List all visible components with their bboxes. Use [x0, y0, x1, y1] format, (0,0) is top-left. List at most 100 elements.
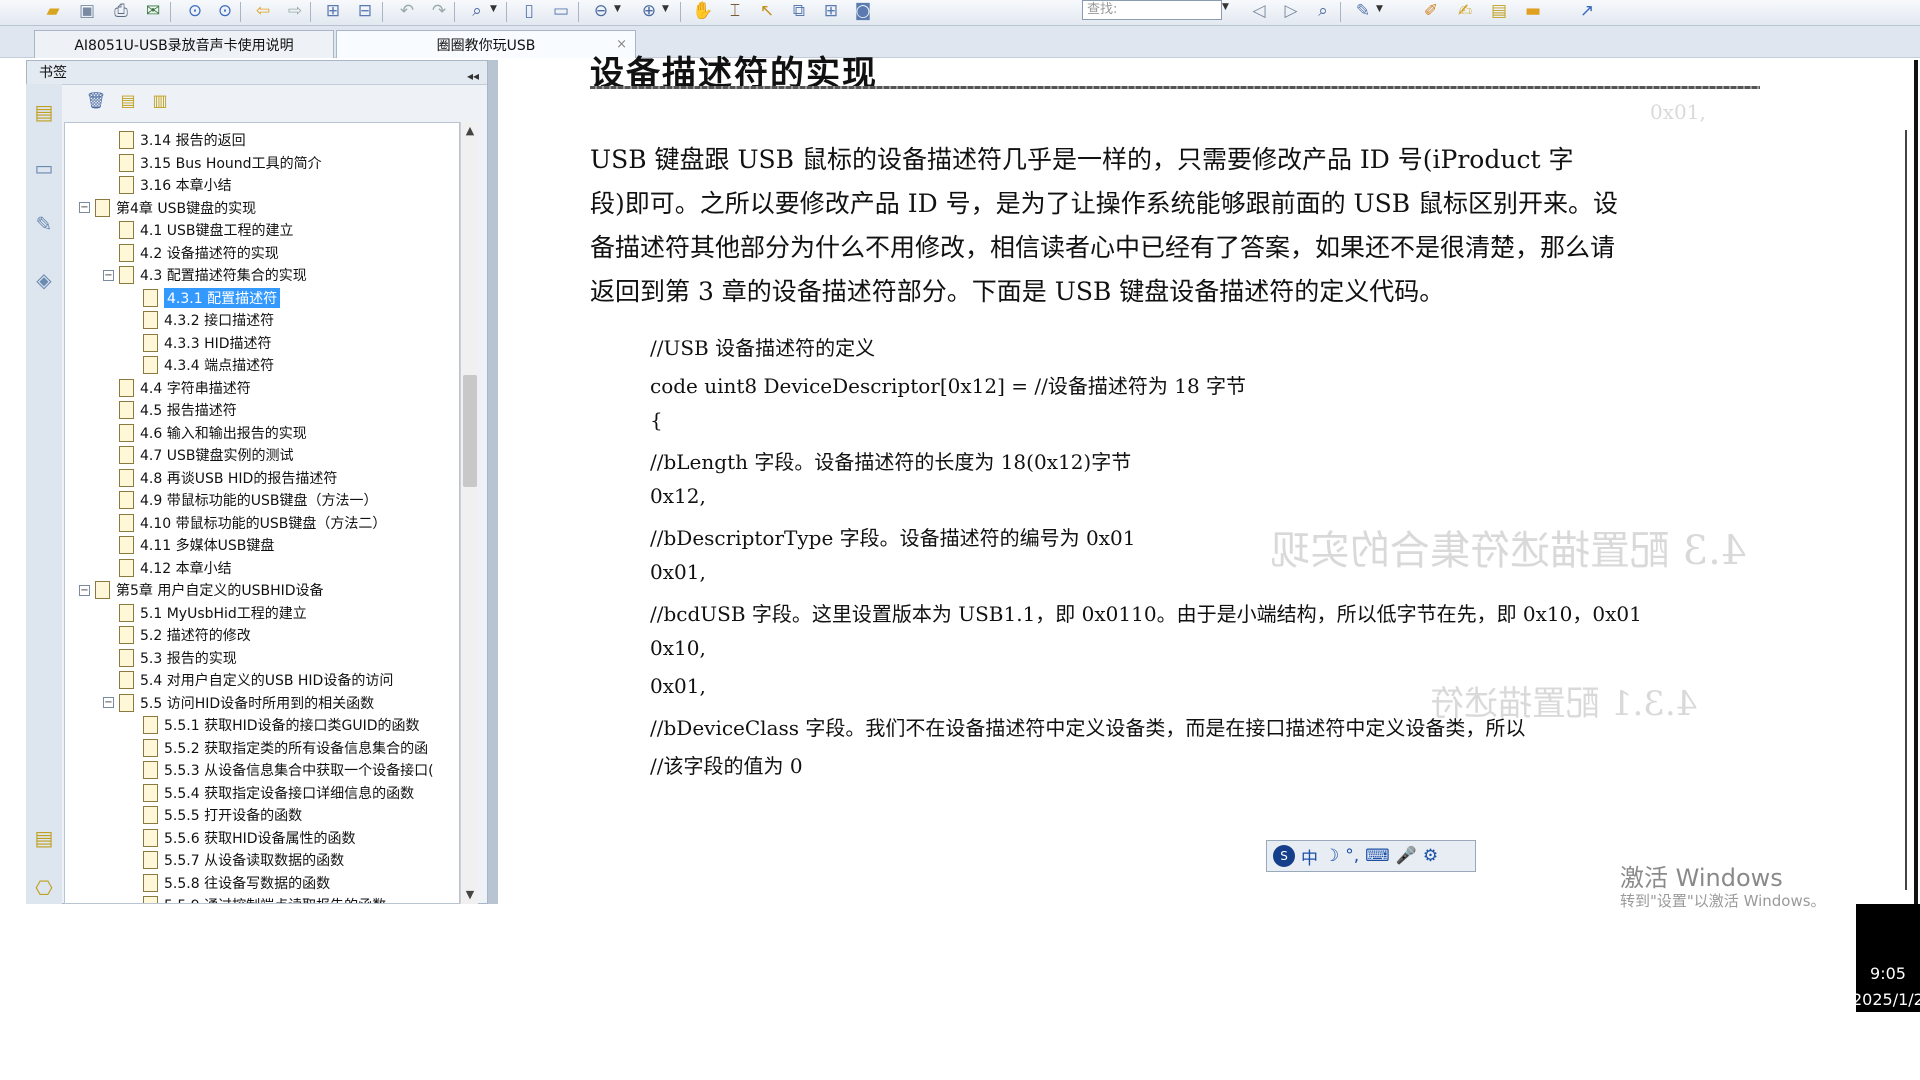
attach-icon[interactable]: ▤ [1486, 0, 1512, 22]
collapse-toggle-icon[interactable]: − [103, 697, 114, 708]
forward-arrow-icon[interactable]: ⇨ [282, 0, 308, 22]
zoom-dropdown-icon[interactable]: ▼ [490, 4, 500, 14]
hand-tool-icon[interactable]: ✋ [690, 0, 716, 22]
bookmark-item[interactable]: 4.2 设备描述符的实现 [119, 242, 279, 264]
ime-chinese-mode[interactable]: 中 [1301, 844, 1318, 869]
zoom-in-dropdown-icon[interactable]: ▼ [662, 4, 672, 14]
bookmark-item[interactable]: 5.5.3 从设备信息集合中获取一个设备接口( [143, 759, 434, 781]
bookmark-item[interactable]: 4.4 字符串描述符 [119, 377, 251, 399]
bookmark-item[interactable]: − 5.5 访问HID设备时所用到的相关函数 [103, 692, 374, 714]
ime-logo-icon[interactable]: S [1273, 845, 1295, 867]
bookmark-item[interactable]: 3.16 本章小结 [119, 174, 232, 196]
bookmark-item[interactable]: − 4.3 配置描述符集合的实现 [103, 264, 307, 286]
scrollbar-thumb[interactable] [463, 375, 477, 487]
search-icon[interactable]: ⌕ [1310, 0, 1336, 22]
bookmark-item[interactable]: 5.4 对用户自定义的USB HID设备的访问 [119, 669, 393, 691]
continuous-page-icon[interactable]: ▭ [548, 0, 574, 22]
tab-ai8051u-manual[interactable]: AI8051U-USB录放音声卡使用说明 [34, 30, 334, 58]
ime-width-mode-icon[interactable]: ☽ [1324, 846, 1339, 866]
find-input[interactable]: 查找: [1082, 0, 1222, 20]
bookmark-item[interactable]: 4.5 报告描述符 [119, 399, 237, 421]
bookmark-item[interactable]: 3.15 Bus Hound工具的简介 [119, 152, 322, 174]
bookmark-item[interactable]: − 第4章 USB键盘的实现 [79, 197, 256, 219]
bookmark-item[interactable]: 3.14 报告的返回 [119, 129, 246, 151]
bookmark-item[interactable]: 4.11 多媒体USB键盘 [119, 534, 274, 556]
redo-icon[interactable]: ↷ [426, 0, 452, 22]
bookmark-properties-icon[interactable]: ▥ [149, 89, 171, 111]
bookmark-item[interactable]: 4.3.1 配置描述符 [143, 287, 281, 309]
bookmark-item[interactable]: 4.10 带鼠标功能的USB键盘（方法二） [119, 512, 386, 534]
single-page-icon[interactable]: ▯ [516, 0, 542, 22]
pen-icon[interactable]: ↗ [1574, 0, 1600, 22]
bookmark-item[interactable]: 5.5.5 打开设备的函数 [143, 804, 302, 826]
zoom-in-icon[interactable]: ⊕ [636, 0, 662, 22]
stamp-icon[interactable]: ✐ [1418, 0, 1444, 22]
select-tool-icon[interactable]: ↖ [754, 0, 780, 22]
bookmark-item[interactable]: 4.8 再谈USB HID的报告描述符 [119, 467, 337, 489]
ime-punctuation-icon[interactable]: °, [1345, 846, 1359, 866]
zoom-out-dropdown-icon[interactable]: ▼ [614, 4, 624, 14]
bookmark-item[interactable]: 4.3.4 端点描述符 [143, 354, 274, 376]
scroll-up-icon[interactable]: ▲ [461, 122, 479, 140]
comment-icon[interactable]: ✎ [1350, 0, 1376, 22]
delete-bookmark-icon[interactable]: 🗑 [85, 89, 107, 111]
back-arrow-icon[interactable]: ⇦ [250, 0, 276, 22]
bookmark-item[interactable]: 4.1 USB键盘工程的建立 [119, 219, 293, 241]
bookmark-item[interactable]: 5.1 MyUsbHid工程的建立 [119, 602, 307, 624]
fit-width-icon[interactable]: ⊞ [320, 0, 346, 22]
next-page-icon[interactable]: ⊙ [212, 0, 238, 22]
layers-panel-icon[interactable]: ◈ [30, 266, 58, 294]
collapse-toggle-icon[interactable]: − [103, 269, 114, 281]
sticky-note-icon[interactable]: ▬ [1520, 0, 1546, 22]
comment-dropdown-icon[interactable]: ▼ [1376, 4, 1386, 14]
bookmark-item[interactable]: − 第5章 用户自定义的USBHID设备 [79, 579, 324, 601]
zoom-out-icon[interactable]: ⊖ [588, 0, 614, 22]
attachments-panel-icon[interactable]: ⎔ [30, 874, 58, 902]
bookmark-item[interactable]: 5.2 描述符的修改 [119, 624, 251, 646]
panel-splitter[interactable] [488, 60, 498, 904]
taskbar-clock[interactable]: 9:05 2025/1/27 [1852, 904, 1920, 1012]
collapse-toggle-icon[interactable]: − [79, 584, 90, 596]
bookmark-item[interactable]: 4.7 USB键盘实例的测试 [119, 444, 293, 466]
zoom-icon[interactable]: ⌕ [464, 0, 490, 22]
bookmark-item[interactable]: 4.3.3 HID描述符 [143, 332, 272, 354]
bookmark-item[interactable]: 5.5.2 获取指定类的所有设备信息集合的函 [143, 737, 428, 759]
find-previous-icon[interactable]: ◁ [1246, 0, 1272, 22]
save-icon[interactable]: ▣ [74, 0, 100, 22]
bookmark-item[interactable]: 5.5.8 往设备写数据的函数 [143, 872, 330, 894]
pages-panel-icon[interactable]: ▭ [30, 154, 58, 182]
bookmark-item[interactable]: 4.9 带鼠标功能的USB键盘（方法一） [119, 489, 377, 511]
email-icon[interactable]: ✉ [140, 0, 166, 22]
ime-microphone-icon[interactable]: 🎤 [1396, 846, 1417, 866]
find-dropdown-icon[interactable]: ▼ [1222, 2, 1229, 12]
snapshot-icon[interactable]: ⧉ [786, 0, 812, 22]
select-text-icon[interactable]: ⌶ [722, 0, 748, 22]
camera-icon[interactable]: ◙ [850, 0, 876, 22]
bookmark-item[interactable]: 4.3.2 接口描述符 [143, 309, 274, 331]
annotations-panel-icon[interactable]: ✎ [30, 210, 58, 238]
bookmark-item[interactable]: 5.5.7 从设备读取数据的函数 [143, 849, 344, 871]
table-select-icon[interactable]: ⊞ [818, 0, 844, 22]
new-bookmark-icon[interactable]: ▤ [117, 89, 139, 111]
bookmark-item[interactable]: 5.5.4 获取指定设备接口详细信息的函数 [143, 782, 414, 804]
open-folder-icon[interactable]: ▰ [40, 0, 66, 22]
bookmark-item[interactable]: 5.3 报告的实现 [119, 647, 237, 669]
bookmark-item[interactable]: 5.5.1 获取HID设备的接口类GUID的函数 [143, 714, 420, 736]
bookmark-item[interactable]: 5.5.9 通过控制端点读取报告的函数 [143, 894, 386, 903]
bookmark-item[interactable]: 5.5.6 获取HID设备属性的函数 [143, 827, 356, 849]
find-next-icon[interactable]: ▷ [1278, 0, 1304, 22]
bookmark-tree-scrollbar[interactable]: ▲ ▼ [460, 122, 478, 904]
ime-settings-icon[interactable]: ⚙ [1423, 846, 1438, 866]
undo-icon[interactable]: ↶ [394, 0, 420, 22]
ime-keyboard-icon[interactable]: ⌨ [1365, 846, 1390, 866]
bookmark-item[interactable]: 4.12 本章小结 [119, 557, 232, 579]
ime-toolbar[interactable]: S 中 ☽ °, ⌨ 🎤 ⚙ [1266, 840, 1476, 872]
previous-page-icon[interactable]: ⊙ [182, 0, 208, 22]
note-icon[interactable]: ✍ [1452, 0, 1478, 22]
bookmarks-panel-icon[interactable]: ▤ [30, 98, 58, 126]
bookmark-item[interactable]: 4.6 输入和输出报告的实现 [119, 422, 307, 444]
scroll-down-icon[interactable]: ▼ [461, 886, 479, 904]
print-icon[interactable]: ⎙ [108, 0, 134, 22]
collapse-toggle-icon[interactable]: − [79, 202, 90, 213]
comments-panel-icon[interactable]: ▤ [30, 824, 58, 852]
